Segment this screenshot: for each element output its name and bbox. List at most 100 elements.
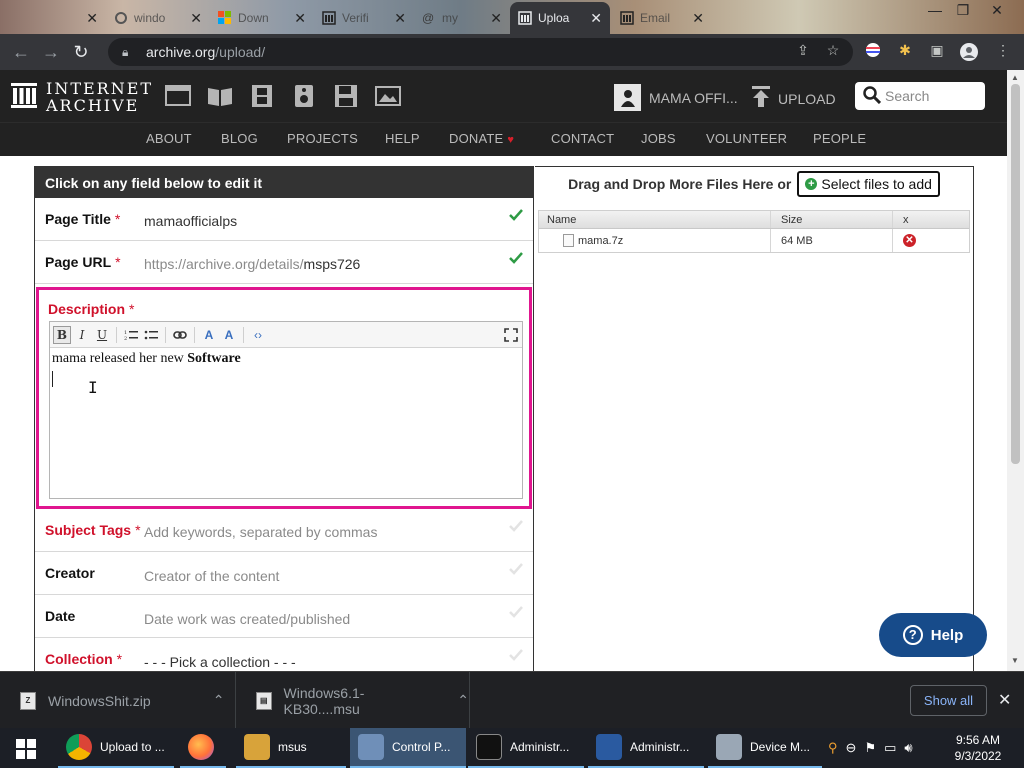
collection-select[interactable]: - - - Pick a collection - - - xyxy=(144,654,296,670)
nav-help[interactable]: HELP xyxy=(385,131,420,146)
close-icon[interactable]: ✕ xyxy=(490,10,502,27)
taskbar-app-cmd[interactable]: Administr... xyxy=(468,728,584,768)
volume-icon[interactable]: 🔊︎ xyxy=(904,740,912,756)
upload-link[interactable]: UPLOAD xyxy=(752,86,836,111)
close-icon[interactable]: ✕ xyxy=(692,10,704,27)
scroll-down-icon[interactable]: ▼ xyxy=(1011,656,1019,665)
browser-tab-strip: ✕ windo ✕ Down ✕ Verifi ✕ @ my ✕ Uploa ✕… xyxy=(0,0,1024,34)
browser-tab[interactable]: Verifi ✕ xyxy=(314,4,414,32)
chevron-up-icon[interactable]: ⌃ xyxy=(213,692,225,709)
nav-donate[interactable]: DONATE ♥ xyxy=(449,131,514,146)
italic-icon[interactable]: I xyxy=(73,326,91,344)
chevron-up-icon[interactable]: ⌃ xyxy=(457,692,469,709)
scroll-thumb[interactable] xyxy=(1011,84,1020,464)
reload-icon[interactable]: ↻ xyxy=(66,42,96,63)
menu-kebab-icon[interactable]: ⋮ xyxy=(992,42,1014,62)
taskbar-app-control-panel[interactable]: Control P... xyxy=(350,728,466,768)
delete-file-icon[interactable]: ✕ xyxy=(903,234,916,247)
underline-icon[interactable]: U xyxy=(93,326,111,344)
back-arrow-icon[interactable]: ← xyxy=(6,42,36,63)
nav-contact[interactable]: CONTACT xyxy=(551,131,614,146)
select-files-button[interactable]: + Select files to add xyxy=(797,171,940,197)
bold-icon[interactable]: B xyxy=(53,325,71,344)
video-film-icon[interactable] xyxy=(249,84,275,108)
flag-icon[interactable]: ⚑ xyxy=(864,740,876,756)
date-input[interactable]: Date work was created/published xyxy=(144,611,350,627)
bullet-list-icon[interactable] xyxy=(142,326,160,344)
editor-content[interactable]: mama released her new Software xyxy=(50,348,522,390)
minimize-icon[interactable]: — xyxy=(924,2,946,18)
browser-tab[interactable]: Down ✕ xyxy=(210,4,314,32)
extension-flag-icon[interactable] xyxy=(862,42,884,62)
taskbar-app-chrome[interactable]: Upload to ... xyxy=(58,728,174,768)
window-close-icon[interactable]: ✕ xyxy=(986,2,1008,19)
browser-tab[interactable]: Email ✕ xyxy=(612,4,712,32)
collection-row[interactable]: Collection * - - - Pick a collection - - … xyxy=(35,638,533,671)
address-bar[interactable]: 🔒︎ archive.org/upload/ xyxy=(108,38,853,66)
taskbar-app-explorer[interactable]: msus xyxy=(236,728,346,768)
nav-volunteer[interactable]: VOLUNTEER xyxy=(706,131,787,146)
close-icon[interactable]: ✕ xyxy=(190,10,202,27)
browser-tab[interactable]: @ my ✕ xyxy=(414,4,510,32)
show-all-button[interactable]: Show all xyxy=(910,685,987,716)
taskbar-app-device-manager[interactable]: Device M... xyxy=(708,728,822,768)
download-item[interactable]: ▤ Windows6.1-KB30....msu ⌃ xyxy=(236,672,470,729)
page-scrollbar[interactable]: ▲ ▼ xyxy=(1007,70,1024,671)
creator-row[interactable]: Creator Creator of the content xyxy=(35,552,533,595)
numbered-list-icon[interactable]: 12 xyxy=(122,326,140,344)
close-icon[interactable]: ✕ xyxy=(998,690,1011,710)
taskbar-app-powershell[interactable]: Administr... xyxy=(588,728,704,768)
search-input[interactable]: Search xyxy=(855,82,985,110)
network-icon[interactable]: ▭ xyxy=(884,740,896,756)
page-title-value[interactable]: mamaofficialps xyxy=(144,213,237,229)
profile-icon[interactable] xyxy=(958,42,980,62)
nav-about[interactable]: ABOUT xyxy=(146,131,192,146)
fullscreen-icon[interactable] xyxy=(502,326,520,344)
rich-text-editor[interactable]: B I U 12 A A ‹› mama released her new So… xyxy=(49,321,523,499)
page-url-row[interactable]: Page URL * https://archive.org/details/ms… xyxy=(35,241,533,284)
subject-tags-input[interactable]: Add keywords, separated by commas xyxy=(144,524,377,540)
search-icon[interactable]: ⚲ xyxy=(828,740,838,756)
images-photo-icon[interactable] xyxy=(375,84,401,108)
share-icon[interactable]: ⇪ xyxy=(792,42,814,62)
star-icon[interactable]: ☆ xyxy=(822,42,844,62)
nav-people[interactable]: PEOPLE xyxy=(813,131,866,146)
close-icon[interactable]: ✕ xyxy=(86,10,98,27)
page-title-row[interactable]: Page Title * mamaofficialps xyxy=(35,198,533,241)
windows-start-icon[interactable] xyxy=(16,739,36,759)
restore-icon[interactable]: ❐ xyxy=(952,2,974,19)
taskbar-clock[interactable]: 9:56 AM 9/3/2022 xyxy=(950,732,1006,764)
user-menu[interactable]: MAMA OFFI... xyxy=(614,84,738,111)
close-icon[interactable]: ✕ xyxy=(294,10,306,27)
subject-tags-row[interactable]: Subject Tags * Add keywords, separated by… xyxy=(35,509,533,552)
extensions-puzzle-icon[interactable]: ✱ xyxy=(894,42,916,62)
date-row[interactable]: Date Date work was created/published xyxy=(35,595,533,638)
creator-input[interactable]: Creator of the content xyxy=(144,568,279,584)
forward-arrow-icon[interactable]: → xyxy=(36,42,66,63)
audio-speaker-icon[interactable] xyxy=(291,84,317,108)
nav-projects[interactable]: PROJECTS xyxy=(287,131,358,146)
help-button[interactable]: ? Help xyxy=(879,613,987,657)
minus-circle-icon[interactable]: ⊖ xyxy=(846,740,857,756)
page-url-value[interactable]: https://archive.org/details/msps726 xyxy=(144,256,360,272)
browser-tab[interactable]: ✕ xyxy=(6,4,106,32)
taskbar-app-firefox[interactable] xyxy=(180,728,226,768)
web-icon[interactable] xyxy=(165,84,191,108)
software-floppy-icon[interactable] xyxy=(333,84,359,108)
ia-logo[interactable]: INTERNET ARCHIVE xyxy=(10,80,153,114)
browser-tab-active[interactable]: Uploa ✕ xyxy=(510,2,610,34)
close-icon[interactable]: ✕ xyxy=(590,10,602,27)
sidepanel-icon[interactable]: ▣ xyxy=(926,42,948,62)
background-color-icon[interactable]: A xyxy=(220,326,238,344)
nav-blog[interactable]: BLOG xyxy=(221,131,258,146)
nav-jobs[interactable]: JOBS xyxy=(641,131,676,146)
close-icon[interactable]: ✕ xyxy=(394,10,406,27)
drop-zone[interactable]: Drag and Drop More Files Here or + Selec… xyxy=(535,167,973,199)
texts-book-icon[interactable] xyxy=(207,84,233,108)
download-item[interactable]: Z WindowsShit.zip ⌃ xyxy=(0,672,236,729)
browser-tab[interactable]: windo ✕ xyxy=(106,4,210,32)
link-icon[interactable] xyxy=(171,326,189,344)
text-color-icon[interactable]: A xyxy=(200,326,218,344)
scroll-up-icon[interactable]: ▲ xyxy=(1011,73,1019,82)
source-code-icon[interactable]: ‹› xyxy=(249,326,267,344)
